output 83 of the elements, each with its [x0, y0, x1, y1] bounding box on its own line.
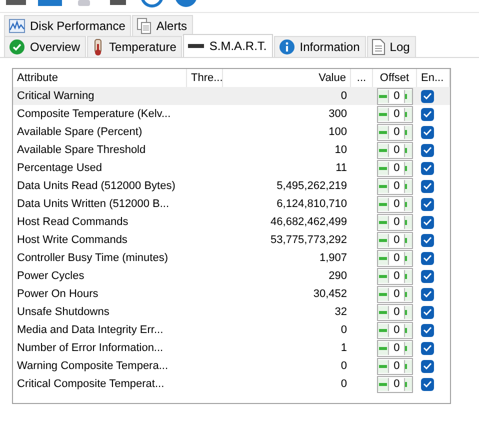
value-cell-text: 0	[340, 359, 348, 374]
offset-spinner[interactable]: 0	[377, 250, 413, 266]
offset-spinner[interactable]: 0	[377, 268, 413, 284]
offset-spinner[interactable]: 0	[377, 340, 413, 356]
attribute-cell-text: Available Spare Threshold	[16, 143, 147, 158]
enabled-checkbox[interactable]	[421, 90, 434, 102]
enabled-checkbox[interactable]	[421, 288, 434, 300]
tab[interactable]: Temperature	[87, 36, 182, 57]
value-cell-text: 1,907	[318, 251, 348, 266]
enabled-checkbox[interactable]	[421, 378, 434, 390]
value-cell-text: 6,124,810,710	[276, 197, 348, 212]
enabled-checkbox[interactable]	[421, 162, 434, 174]
drive-icon	[188, 42, 204, 50]
tab[interactable]: Disk Performance	[4, 15, 132, 36]
attribute-cell-text: Power On Hours	[16, 287, 100, 302]
pages-icon	[137, 18, 152, 34]
attribute-cell-text: Data Units Read (512000 Bytes)	[16, 179, 176, 194]
attribute-cell-text: Power Cycles	[16, 269, 86, 284]
attribute-cell-text: Number of Error Information...	[16, 341, 164, 356]
attribute-cell-text: Composite Temperature (Kelv...	[16, 107, 172, 122]
thermometer-icon	[92, 38, 104, 56]
value-cell-text: 32	[334, 305, 348, 320]
attribute-cell-text: Host Write Commands	[16, 233, 128, 248]
value-cell-text: 0	[340, 323, 348, 338]
info-icon	[278, 39, 295, 55]
offset-spinner[interactable]: 0	[377, 358, 413, 374]
enabled-checkbox[interactable]	[421, 306, 434, 318]
offset-spinner[interactable]: 0	[377, 160, 413, 176]
value-cell-text: 10	[334, 143, 348, 158]
offset-spinner[interactable]: 0	[377, 304, 413, 320]
offset-spinner[interactable]: 0	[377, 142, 413, 158]
value-cell-text: 0	[340, 377, 348, 392]
tab[interactable]: S.M.A.R.T.	[183, 34, 273, 57]
offset-spinner[interactable]: 0	[377, 214, 413, 230]
tab[interactable]: Overview	[4, 36, 86, 57]
value-cell-text: 11	[334, 161, 348, 176]
value-cell-text: 1	[340, 341, 348, 356]
enabled-checkbox[interactable]	[421, 324, 434, 336]
attribute-cell-text: Warning Composite Tempera...	[16, 359, 170, 374]
attribute-cell-text: Media and Data Integrity Err...	[16, 323, 164, 338]
enabled-checkbox[interactable]	[421, 216, 434, 228]
document-icon	[372, 39, 385, 55]
attribute-cell-text: Data Units Written (512000 B...	[16, 197, 170, 212]
enabled-checkbox[interactable]	[421, 270, 434, 282]
offset-spinner[interactable]: 0	[377, 196, 413, 212]
value-cell-text: 300	[328, 107, 348, 122]
value-cell-text: 5,495,262,219	[276, 179, 348, 194]
attribute-cell-text: Available Spare (Percent)	[16, 125, 144, 140]
enabled-checkbox[interactable]	[421, 144, 434, 156]
attribute-cell-text: Unsafe Shutdowns	[16, 305, 110, 320]
offset-spinner[interactable]: 0	[377, 124, 413, 140]
offset-spinner[interactable]: 0	[377, 106, 413, 122]
offset-spinner[interactable]: 0	[377, 178, 413, 194]
value-cell-text: 0	[340, 89, 348, 104]
tab[interactable]: Information	[274, 36, 366, 57]
tab[interactable]: Log	[366, 36, 416, 57]
offset-spinner[interactable]: 0	[377, 232, 413, 248]
offset-spinner[interactable]: 0	[377, 322, 413, 338]
enabled-checkbox[interactable]	[421, 342, 434, 354]
selected-row[interactable]: Critical Warning 0 0	[13, 87, 450, 105]
enabled-checkbox[interactable]	[421, 252, 434, 264]
value-cell-text: 46,682,462,499	[270, 215, 348, 230]
enabled-checkbox[interactable]	[421, 180, 434, 192]
offset-spinner[interactable]: 0	[377, 376, 413, 392]
enabled-checkbox[interactable]	[421, 234, 434, 246]
attribute-cell-text: Percentage Used	[16, 161, 103, 176]
tab[interactable]: Alerts	[132, 15, 194, 36]
attribute-cell-text: Controller Busy Time (minutes)	[16, 251, 169, 266]
value-cell-text: 30,452	[312, 287, 348, 302]
attribute-cell-text: Critical Warning	[16, 89, 96, 104]
value-cell-text: 53,775,773,292	[270, 233, 348, 248]
enabled-checkbox[interactable]	[421, 360, 434, 372]
offset-spinner[interactable]: 0	[377, 88, 413, 104]
attribute-cell-text: Host Read Commands	[16, 215, 130, 230]
chart-icon	[9, 19, 25, 33]
enabled-checkbox[interactable]	[421, 108, 434, 120]
check-circle-icon	[9, 39, 25, 55]
value-cell-text: 100	[328, 125, 348, 140]
offset-spinner[interactable]: 0	[377, 286, 413, 302]
value-cell-text: 290	[328, 269, 348, 284]
attribute-cell-text: Critical Composite Temperat...	[16, 377, 166, 392]
enabled-checkbox[interactable]	[421, 198, 434, 210]
enabled-checkbox[interactable]	[421, 126, 434, 138]
